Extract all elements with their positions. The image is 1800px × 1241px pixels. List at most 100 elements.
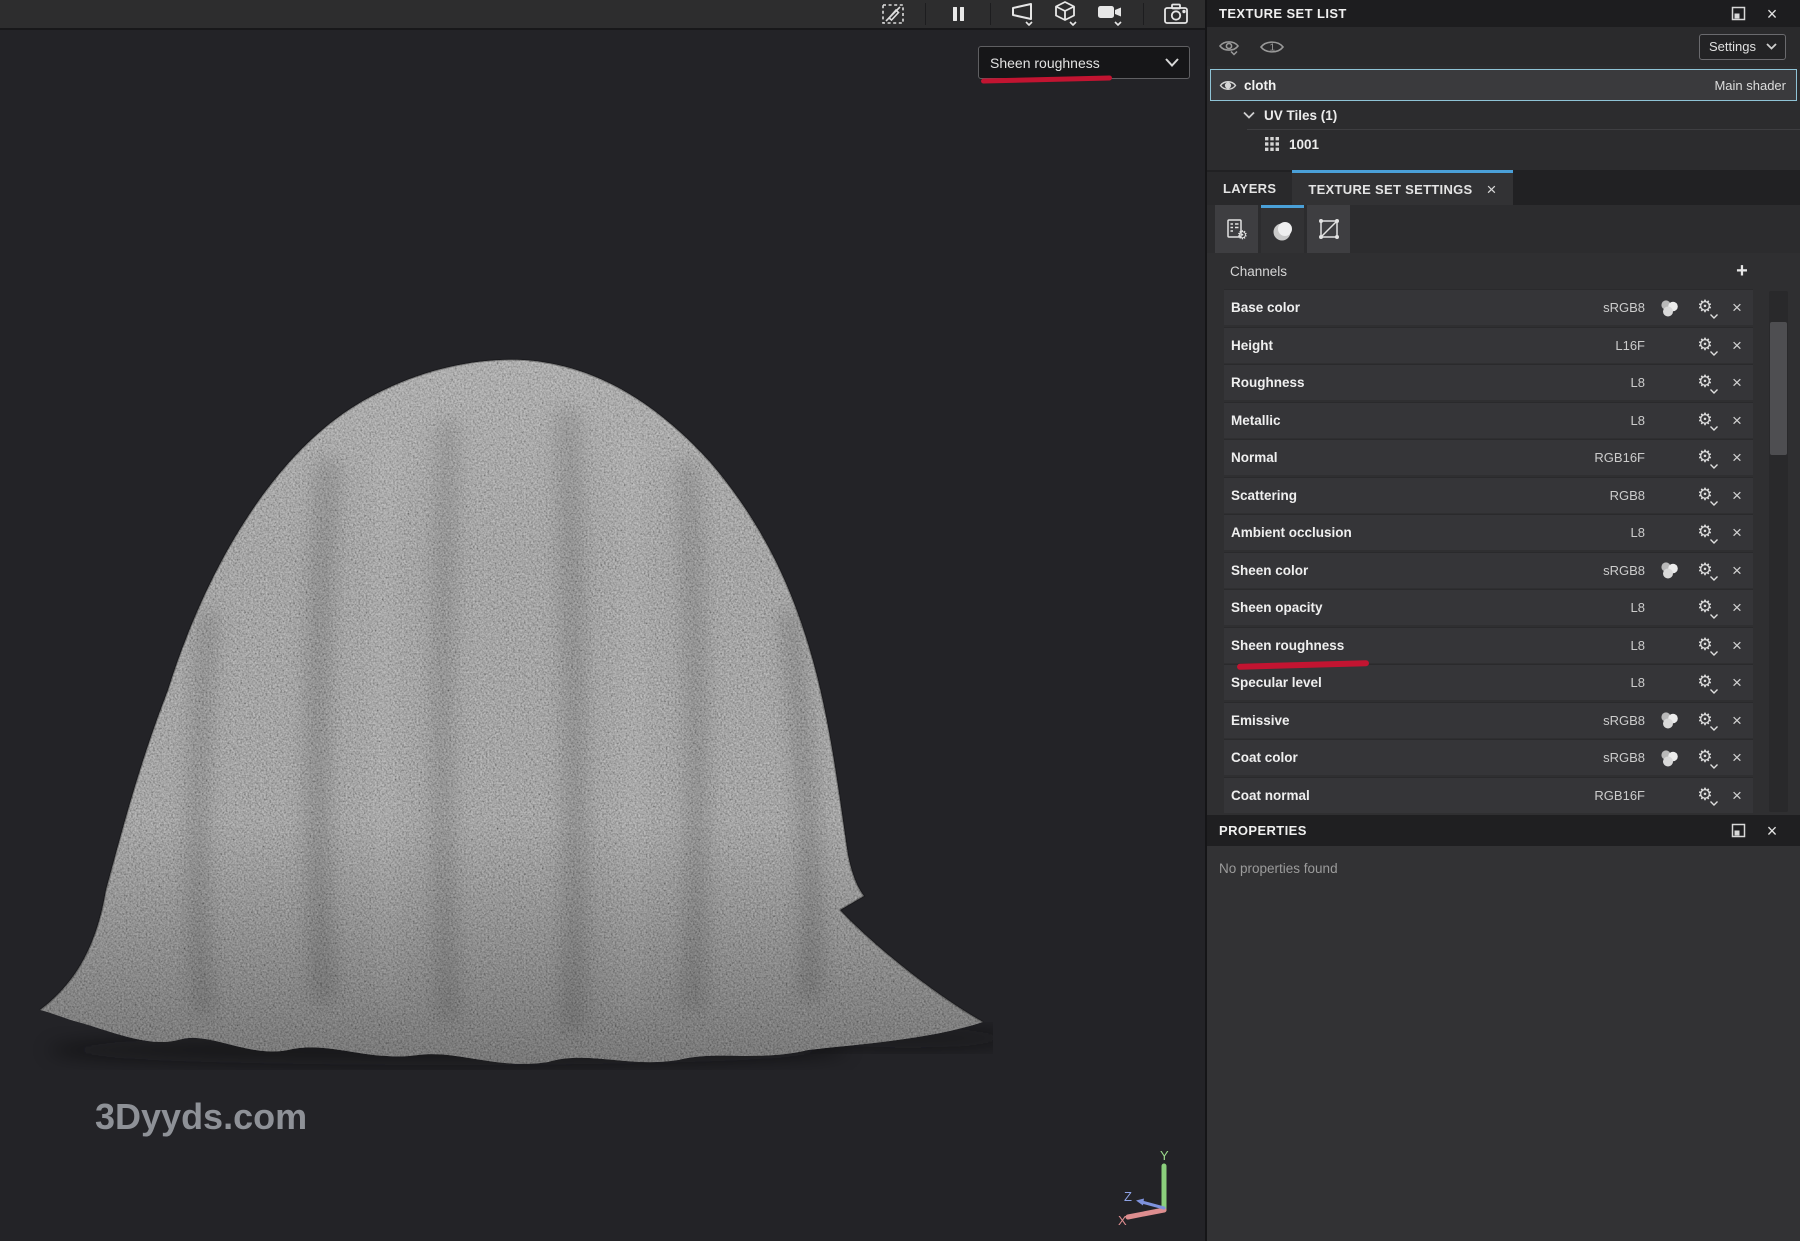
scrollbar-thumb[interactable] [1770,322,1787,455]
channel-delete-icon[interactable]: × [1729,374,1745,391]
chevron-down-icon [1710,689,1718,694]
channel-delete-icon[interactable]: × [1729,524,1745,541]
visibility-dropdown-eye-icon[interactable] [1217,36,1243,58]
channel-settings-gear-icon[interactable]: ⚙ [1694,447,1716,469]
popout-panel-icon[interactable] [1726,3,1750,25]
toolbar-divider [925,3,926,25]
channel-delete-icon[interactable]: × [1729,599,1745,616]
close-panel-icon[interactable]: × [1760,3,1784,25]
subtab-mesh-maps-icon[interactable] [1307,205,1350,253]
uv-tile-row-1001[interactable]: 1001 [1207,130,1800,158]
tab-label: TEXTURE SET SETTINGS [1308,182,1472,197]
chevron-down-icon [1710,764,1718,769]
viewport-toolbar [0,0,1205,30]
axis-gizmo[interactable]: Y Z X [1112,1146,1198,1232]
channel-name: Sheen color [1231,563,1593,578]
channel-settings-gear-icon[interactable]: ⚙ [1694,747,1716,769]
color-swatches-icon [1658,559,1681,581]
channel-format-label: RGB16F [1593,788,1645,803]
channel-row-sheen-roughness[interactable]: Sheen roughness L8 ⚙ × [1224,627,1753,663]
channel-settings-gear-icon[interactable]: ⚙ [1694,409,1716,431]
uv-tiles-group[interactable]: UV Tiles (1) [1207,101,1800,129]
main-shader-label: Main shader [1714,78,1786,93]
toolbar-divider [1143,3,1144,25]
add-channel-button[interactable]: + [1731,261,1753,281]
subtab-general-settings-icon[interactable]: ⚙ [1215,205,1258,253]
channel-row-roughness[interactable]: Roughness L8 ⚙ × [1224,364,1753,400]
channel-format-label: L8 [1593,638,1645,653]
camera-view-icon[interactable] [1094,0,1128,28]
channel-delete-icon[interactable]: × [1729,712,1745,729]
tab-layers[interactable]: LAYERS [1207,172,1292,205]
channel-settings-gear-icon[interactable]: ⚙ [1694,634,1716,656]
channel-row-sheen-opacity[interactable]: Sheen opacity L8 ⚙ × [1224,589,1753,625]
eye-visible-icon[interactable] [1219,79,1237,92]
channels-scrollbar[interactable] [1769,291,1788,812]
channel-row-metallic[interactable]: Metallic L8 ⚙ × [1224,402,1753,438]
chevron-down-icon [1710,314,1718,319]
channel-delete-icon[interactable]: × [1729,449,1745,466]
channels-list: Base color sRGB8 ⚙ × Height L16F [1224,289,1753,813]
channel-row-emissive[interactable]: Emissive sRGB8 ⚙ × [1224,702,1753,738]
tab-texture-set-settings[interactable]: TEXTURE SET SETTINGS × [1292,170,1512,205]
popout-panel-icon[interactable] [1726,820,1750,842]
channels-section: Channels + Base color sRGB8 ⚙ × Height [1207,253,1800,815]
channel-settings-gear-icon[interactable]: ⚙ [1694,597,1716,619]
channel-settings-gear-icon[interactable]: ⚙ [1694,334,1716,356]
cloth-mesh-render[interactable] [28,350,993,1070]
channel-name: Sheen roughness [1231,638,1593,653]
channel-row-coat-normal[interactable]: Coat normal RGB16F ⚙ × [1224,777,1753,813]
texture-set-row-cloth[interactable]: cloth Main shader [1210,69,1797,101]
chevron-down-icon [1710,539,1718,544]
chevron-expanded-icon [1243,111,1255,119]
channel-row-scattering[interactable]: Scattering RGB8 ⚙ × [1224,477,1753,513]
screenshot-camera-icon[interactable] [1159,0,1193,28]
channel-delete-icon[interactable]: × [1729,787,1745,804]
color-swatches-icon [1658,747,1681,769]
close-panel-icon[interactable]: × [1760,820,1784,842]
channel-name: Height [1231,338,1593,353]
channel-row-height[interactable]: Height L16F ⚙ × [1224,327,1753,363]
uv-tiles-label: UV Tiles (1) [1264,108,1337,123]
channel-settings-gear-icon[interactable]: ⚙ [1694,709,1716,731]
channel-settings-gear-icon[interactable]: ⚙ [1694,672,1716,694]
channel-name: Coat color [1231,750,1593,765]
channel-delete-icon[interactable]: × [1729,412,1745,429]
pause-engine-icon[interactable] [941,0,975,28]
properties-header: PROPERTIES × [1207,815,1800,846]
subtab-channels-icon[interactable] [1261,205,1304,253]
single-texture-set-eye-icon[interactable]: 1 [1259,36,1285,58]
channel-settings-gear-icon[interactable]: ⚙ [1694,784,1716,806]
texture-set-settings-panel: ⚙ [1207,205,1800,1241]
channel-delete-icon[interactable]: × [1729,562,1745,579]
settings-dropdown[interactable]: Settings [1699,34,1786,60]
channel-row-normal[interactable]: Normal RGB16F ⚙ × [1224,439,1753,475]
channel-format-label: L8 [1593,600,1645,615]
viewport-3d[interactable]: Sheen roughness 3Dyyds.com Y Z X [0,0,1205,1241]
chevron-down-icon [1710,464,1718,469]
lazy-mouse-disabled-icon[interactable] [876,0,910,28]
channel-delete-icon[interactable]: × [1729,749,1745,766]
channel-delete-icon[interactable]: × [1729,674,1745,691]
channel-row-coat-color[interactable]: Coat color sRGB8 ⚙ × [1224,739,1753,775]
channel-row-ambient-occlusion[interactable]: Ambient occlusion L8 ⚙ × [1224,514,1753,550]
channel-settings-gear-icon[interactable]: ⚙ [1694,559,1716,581]
mesh-view-icon[interactable] [1050,0,1084,28]
channel-delete-icon[interactable]: × [1729,299,1745,316]
channel-settings-gear-icon[interactable]: ⚙ [1694,484,1716,506]
properties-empty-message: No properties found [1219,861,1338,876]
channel-row-base-color[interactable]: Base color sRGB8 ⚙ × [1224,289,1753,325]
channel-row-specular-level[interactable]: Specular level L8 ⚙ × [1224,664,1753,700]
channel-settings-gear-icon[interactable]: ⚙ [1694,297,1716,319]
viewport-channel-select[interactable]: Sheen roughness [978,46,1190,79]
chevron-down-icon [1710,726,1718,731]
channel-delete-icon[interactable]: × [1729,637,1745,654]
watermark-text: 3Dyyds.com [95,1096,307,1138]
channel-settings-gear-icon[interactable]: ⚙ [1694,522,1716,544]
channel-row-sheen-color[interactable]: Sheen color sRGB8 ⚙ × [1224,552,1753,588]
material-view-icon[interactable] [1006,0,1040,28]
channel-settings-gear-icon[interactable]: ⚙ [1694,372,1716,394]
channel-delete-icon[interactable]: × [1729,487,1745,504]
close-tab-icon[interactable]: × [1487,181,1497,198]
channel-delete-icon[interactable]: × [1729,337,1745,354]
